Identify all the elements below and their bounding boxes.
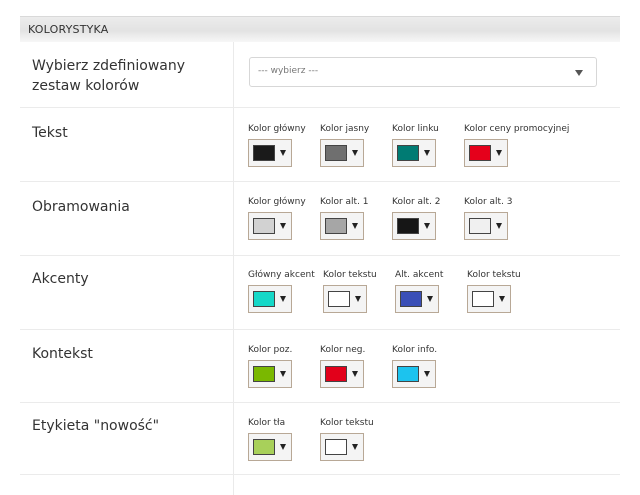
row-label-context: Kontekst — [32, 346, 93, 362]
caret-down-icon — [280, 223, 286, 229]
caret-down-icon — [496, 223, 502, 229]
caret-down-icon — [424, 150, 430, 156]
row-label-borders: Obramowania — [32, 199, 130, 215]
row-new-label: Etykieta "nowość" Kolor tła Kolor tekstu — [20, 403, 620, 475]
color-picker-button[interactable] — [467, 285, 511, 313]
color-swatch — [325, 218, 347, 234]
color-swatch — [397, 366, 419, 382]
picker-label: Kolor główny — [248, 124, 306, 134]
picker-label: Kolor ceny promocyjnej — [464, 124, 570, 134]
caret-down-icon — [352, 371, 358, 377]
color-swatch — [400, 291, 422, 307]
row-label-accents: Akcenty — [32, 271, 89, 287]
picker-label: Kolor alt. 1 — [320, 197, 369, 207]
color-picker-button[interactable] — [248, 433, 292, 461]
color-swatch — [325, 366, 347, 382]
section-title: KOLORYSTYKA — [28, 23, 109, 36]
color-swatch — [253, 366, 275, 382]
picker-label: Główny akcent — [248, 270, 315, 280]
color-swatch — [325, 439, 347, 455]
picker-label: Kolor tekstu — [320, 418, 374, 428]
color-picker-button[interactable] — [464, 139, 508, 167]
picker-label: Kolor linku — [392, 124, 439, 134]
color-picker-button[interactable] — [320, 433, 364, 461]
caret-down-icon — [355, 296, 361, 302]
color-picker-button[interactable] — [248, 360, 292, 388]
caret-down-icon — [496, 150, 502, 156]
color-swatch — [469, 218, 491, 234]
row-text: Tekst Kolor główny Kolor jasny Kolor lin… — [20, 108, 620, 182]
caret-down-icon — [280, 444, 286, 450]
color-swatch — [328, 291, 350, 307]
color-picker-button[interactable] — [323, 285, 367, 313]
caret-down-icon — [280, 150, 286, 156]
row-label-text: Tekst — [32, 125, 68, 141]
chevron-down-icon — [575, 70, 583, 76]
caret-down-icon — [427, 296, 433, 302]
picker-label: Kolor alt. 3 — [464, 197, 513, 207]
row-accents: Akcenty Główny akcent Kolor tekstu Alt. … — [20, 256, 620, 330]
color-swatch — [253, 439, 275, 455]
caret-down-icon — [424, 371, 430, 377]
color-swatch — [253, 218, 275, 234]
row-context: Kontekst Kolor poz. Kolor neg. Kolor inf… — [20, 330, 620, 403]
color-picker-button[interactable] — [392, 139, 436, 167]
color-swatch — [397, 218, 419, 234]
row-label-new-label: Etykieta "nowość" — [32, 418, 160, 434]
row-color-preset: Wybierz zdefiniowany zestaw kolorów --- … — [20, 42, 620, 108]
color-settings-panel: KOLORYSTYKA Wybierz zdefiniowany zestaw … — [0, 0, 640, 495]
color-preset-select[interactable]: --- wybierz --- — [249, 57, 597, 87]
picker-label: Kolor tła — [248, 418, 286, 428]
color-picker-button[interactable] — [392, 360, 436, 388]
row-label-color-preset: Wybierz zdefiniowany zestaw kolorów — [32, 58, 186, 94]
color-swatch — [253, 145, 275, 161]
picker-label: Kolor info. — [392, 345, 438, 355]
picker-label: Kolor tekstu — [323, 270, 377, 280]
color-preset-select-value: --- wybierz --- — [258, 66, 319, 76]
caret-down-icon — [352, 223, 358, 229]
caret-down-icon — [424, 223, 430, 229]
picker-label: Kolor tekstu — [467, 270, 521, 280]
color-swatch — [397, 145, 419, 161]
row-borders: Obramowania Kolor główny Kolor alt. 1 Ko… — [20, 182, 620, 256]
color-picker-button[interactable] — [392, 212, 436, 240]
picker-label: Kolor główny — [248, 197, 306, 207]
color-picker-button[interactable] — [320, 139, 364, 167]
color-picker-button[interactable] — [320, 212, 364, 240]
picker-label: Alt. akcent — [395, 270, 444, 280]
picker-label: Kolor poz. — [248, 345, 293, 355]
picker-label: Kolor jasny — [320, 124, 370, 134]
color-picker-button[interactable] — [395, 285, 439, 313]
color-picker-button[interactable] — [248, 212, 292, 240]
color-picker-button[interactable] — [464, 212, 508, 240]
picker-label: Kolor alt. 2 — [392, 197, 441, 207]
color-picker-button[interactable] — [248, 285, 292, 313]
caret-down-icon — [352, 150, 358, 156]
color-swatch — [469, 145, 491, 161]
row-divider — [20, 474, 620, 475]
caret-down-icon — [499, 296, 505, 302]
picker-label: Kolor neg. — [320, 345, 366, 355]
color-swatch — [253, 291, 275, 307]
section-header: KOLORYSTYKA — [20, 16, 620, 42]
caret-down-icon — [352, 444, 358, 450]
color-swatch — [325, 145, 347, 161]
color-swatch — [472, 291, 494, 307]
color-picker-button[interactable] — [248, 139, 292, 167]
caret-down-icon — [280, 296, 286, 302]
color-picker-button[interactable] — [320, 360, 364, 388]
caret-down-icon — [280, 371, 286, 377]
